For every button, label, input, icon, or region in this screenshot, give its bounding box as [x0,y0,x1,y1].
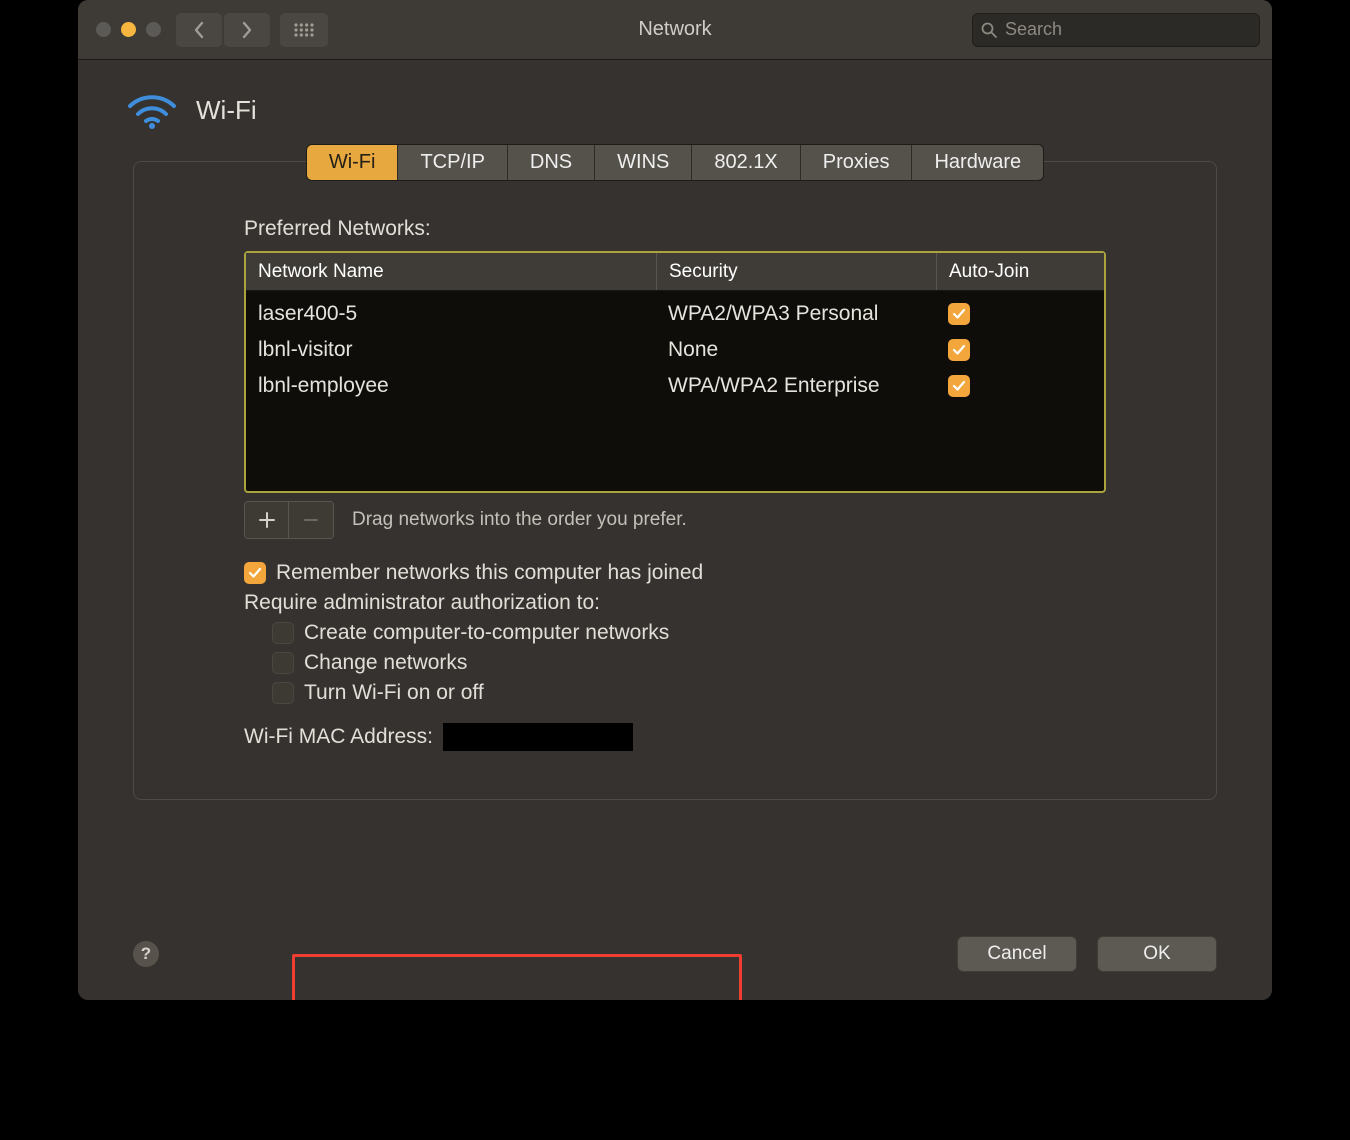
wifi-settings-group: Preferred Networks: Network Name Securit… [133,161,1217,800]
auto-join-checkbox[interactable] [948,339,970,361]
cancel-button[interactable]: Cancel [957,936,1077,972]
cell-network-name: lbnl-employee [246,374,656,398]
table-row[interactable]: laser400-5WPA2/WPA3 Personal [246,296,1104,332]
ok-button[interactable]: OK [1097,936,1217,972]
table-body: laser400-5WPA2/WPA3 Personallbnl-visitor… [246,291,1104,491]
nav-buttons [176,13,270,47]
table-header: Network Name Security Auto-Join [246,253,1104,291]
cell-security: WPA/WPA2 Enterprise [656,374,936,398]
tab-dns[interactable]: DNS [508,145,595,180]
auto-join-checkbox[interactable] [948,303,970,325]
back-button[interactable] [176,13,222,47]
search-input[interactable]: Search [972,13,1260,47]
tab-wifi[interactable]: Wi-Fi [307,145,399,180]
admin-change-label: Change networks [304,651,467,675]
help-button[interactable]: ? [133,941,159,967]
search-placeholder: Search [1005,19,1062,40]
zoom-window-button[interactable] [146,22,161,37]
dialog-footer: ? Cancel OK [78,936,1272,972]
remember-networks-label: Remember networks this computer has join… [276,561,703,585]
col-auto-join[interactable]: Auto-Join [936,253,1104,290]
tab-8021x[interactable]: 802.1X [692,145,800,180]
require-admin-label: Require administrator authorization to: [244,591,600,615]
add-remove-buttons [244,501,334,539]
cell-security: None [656,338,936,362]
drag-hint: Drag networks into the order you prefer. [352,509,687,531]
panel-header: Wi-Fi [78,60,1272,144]
tab-wins[interactable]: WINS [595,145,692,180]
show-all-button[interactable] [280,13,328,47]
cell-network-name: lbnl-visitor [246,338,656,362]
admin-create-label: Create computer-to-computer networks [304,621,669,645]
admin-change-checkbox[interactable] [272,652,294,674]
cell-auto-join [936,339,1104,361]
tab-proxies[interactable]: Proxies [801,145,913,180]
table-row[interactable]: lbnl-visitorNone [246,332,1104,368]
titlebar: Network Search [78,0,1272,60]
cell-security: WPA2/WPA3 Personal [656,302,936,326]
auto-join-checkbox[interactable] [948,375,970,397]
window-controls [90,22,161,37]
admin-create-checkbox[interactable] [272,622,294,644]
window-title: Network [638,18,711,41]
mac-address-row: Wi-Fi MAC Address: [244,715,1106,759]
preferred-networks-label: Preferred Networks: [134,217,1216,251]
cell-network-name: laser400-5 [246,302,656,326]
add-network-button[interactable] [245,502,289,538]
col-security[interactable]: Security [656,253,936,290]
network-preferences-window: Network Search Wi-Fi Wi-FiTCP/IPDNSWINS8… [78,0,1272,1000]
tab-hardware[interactable]: Hardware [912,145,1043,180]
close-window-button[interactable] [96,22,111,37]
mac-address-label: Wi-Fi MAC Address: [244,725,433,749]
remember-networks-checkbox[interactable] [244,562,266,584]
preferred-networks-table[interactable]: Network Name Security Auto-Join laser400… [244,251,1106,493]
table-row[interactable]: lbnl-employeeWPA/WPA2 Enterprise [246,368,1104,404]
col-network-name[interactable]: Network Name [246,261,656,283]
forward-button[interactable] [224,13,270,47]
wifi-options: Remember networks this computer has join… [134,539,1216,759]
wifi-icon [126,90,178,130]
tab-bar: Wi-FiTCP/IPDNSWINS802.1XProxiesHardware [306,144,1044,181]
cell-auto-join [936,375,1104,397]
admin-power-checkbox[interactable] [272,682,294,704]
mac-address-value [443,723,633,751]
remove-network-button[interactable] [289,502,333,538]
cell-auto-join [936,303,1104,325]
tab-tcpip[interactable]: TCP/IP [398,145,507,180]
admin-power-label: Turn Wi-Fi on or off [304,681,484,705]
minimize-window-button[interactable] [121,22,136,37]
panel-title: Wi-Fi [196,95,257,126]
search-icon [981,22,997,38]
